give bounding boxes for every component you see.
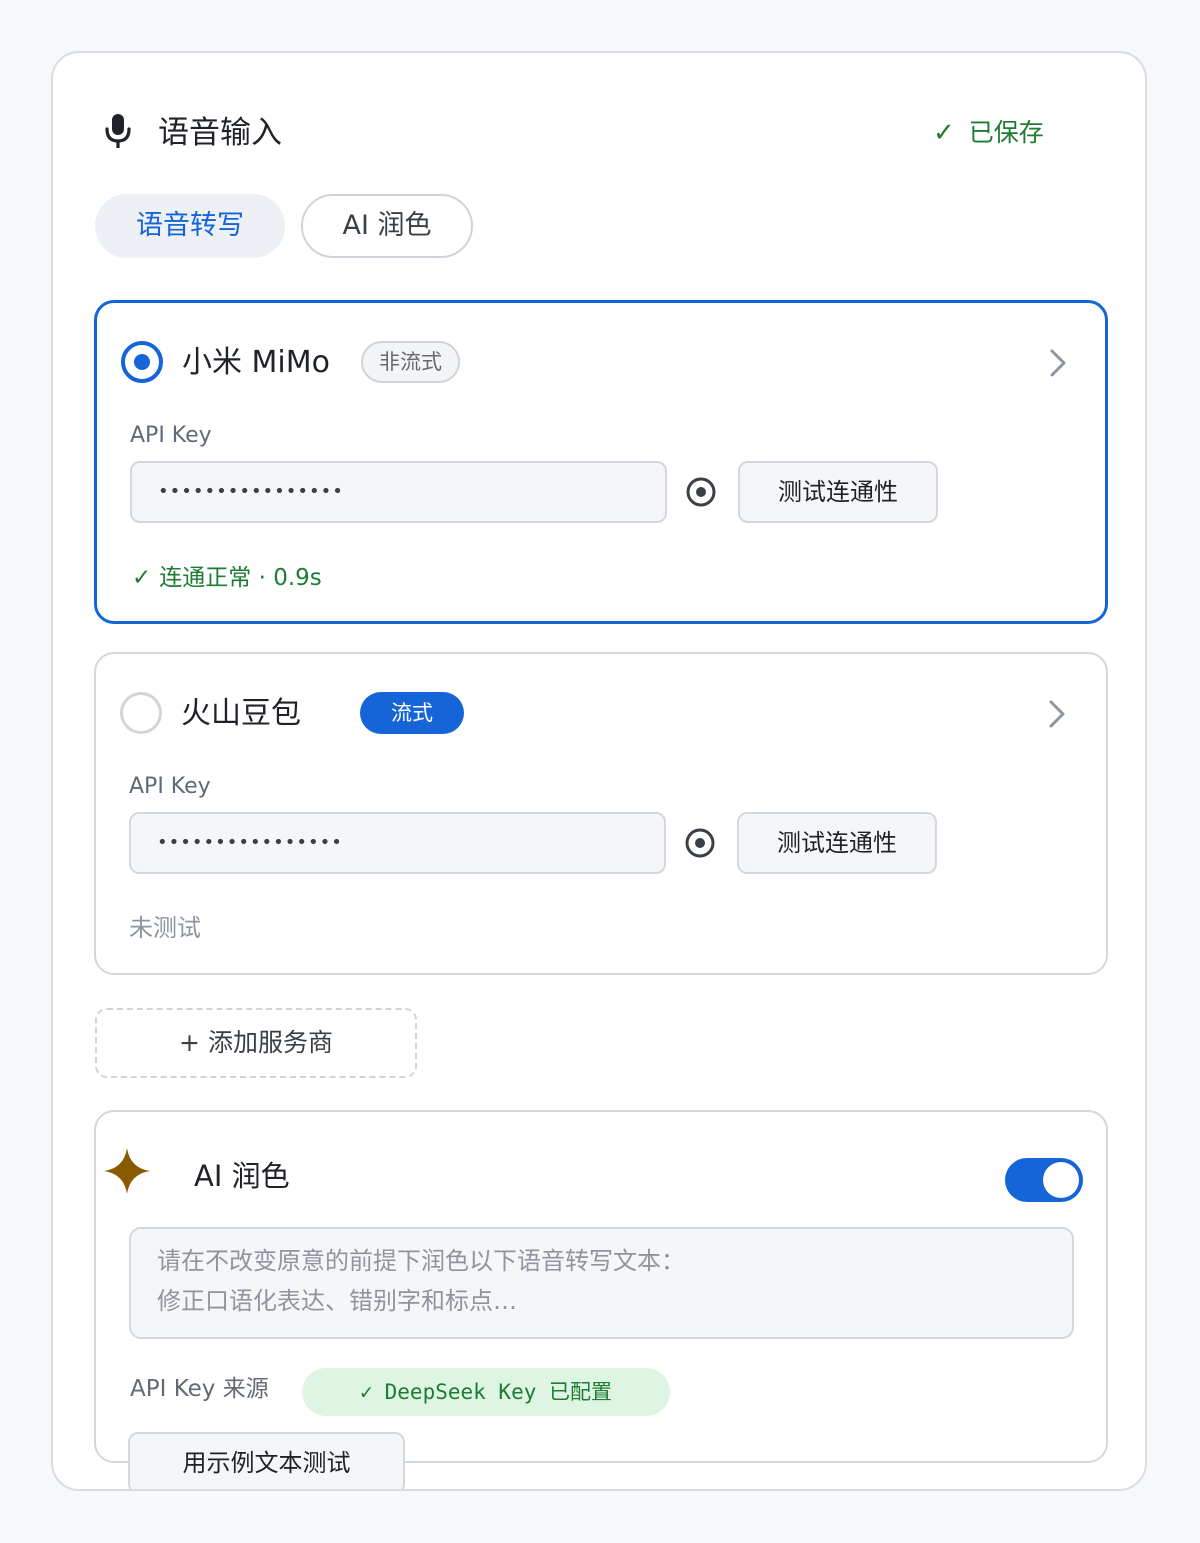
provider-radio-unselected[interactable] [120, 692, 162, 734]
api-key-input[interactable]: •••••••••••••••• [129, 812, 666, 874]
check-icon: ✓ [933, 118, 955, 148]
ai-polish-toggle[interactable] [1005, 1158, 1083, 1202]
ai-polish-title: AI 润色 [194, 1159, 290, 1193]
saved-label: 已保存 [968, 118, 1044, 147]
eye-icon[interactable] [685, 476, 717, 508]
provider-name: 小米 MiMo [182, 345, 330, 380]
polish-prompt-textarea[interactable]: 请在不改变原意的前提下润色以下语音转写文本： 修正口语化表达、错别字和标点… [129, 1227, 1074, 1339]
mode-badge: 非流式 [361, 341, 460, 383]
mode-badge: 流式 [360, 692, 464, 734]
api-key-label: API Key [130, 423, 212, 448]
api-key-label: API Key [129, 774, 211, 799]
test-connectivity-button[interactable]: 测试连通性 [738, 461, 938, 523]
provider-card-doubao[interactable]: 火山豆包 流式 API Key •••••••••••••••• 测试连通性 未… [94, 652, 1108, 975]
provider-radio-selected[interactable] [121, 341, 163, 383]
saved-status: ✓ 已保存 [933, 115, 1044, 151]
eye-icon[interactable] [684, 827, 716, 859]
voice-input-settings-panel: 语音输入 ✓ 已保存 语音转写 AI 润色 小米 MiMo 非流式 API Key… [51, 51, 1147, 1491]
api-key-source-label: API Key 来源 [130, 1376, 269, 1402]
tab-transcription[interactable]: 语音转写 [95, 194, 285, 258]
add-provider-button[interactable]: + 添加服务商 [95, 1008, 417, 1078]
check-icon: ✓ [132, 565, 152, 591]
provider-name: 火山豆包 [181, 696, 301, 731]
chevron-right-icon[interactable] [1046, 698, 1068, 730]
page-title: 语音输入 [158, 115, 282, 151]
chevron-right-icon[interactable] [1047, 347, 1069, 379]
provider-card-mimo[interactable]: 小米 MiMo 非流式 API Key •••••••••••••••• 测试连… [94, 300, 1108, 624]
check-icon: ✓ [359, 1380, 373, 1404]
sparkle-icon [104, 1148, 150, 1194]
api-key-source-value: DeepSeek Key 已配置 [384, 1380, 613, 1404]
connection-status-text: 连通正常 · 0.9s [159, 565, 322, 591]
tab-ai-polish[interactable]: AI 润色 [301, 194, 473, 258]
microphone-icon [105, 114, 131, 148]
ai-polish-card: AI 润色 请在不改变原意的前提下润色以下语音转写文本： 修正口语化表达、错别字… [94, 1110, 1108, 1463]
test-connectivity-button[interactable]: 测试连通性 [737, 812, 937, 874]
connection-status: 未测试 [129, 914, 201, 942]
api-key-input[interactable]: •••••••••••••••• [130, 461, 667, 523]
api-key-source-badge: ✓ DeepSeek Key 已配置 [302, 1368, 670, 1416]
sample-text-test-button[interactable]: 用示例文本测试 [128, 1432, 405, 1489]
connection-status: ✓ 连通正常 · 0.9s [132, 561, 322, 595]
